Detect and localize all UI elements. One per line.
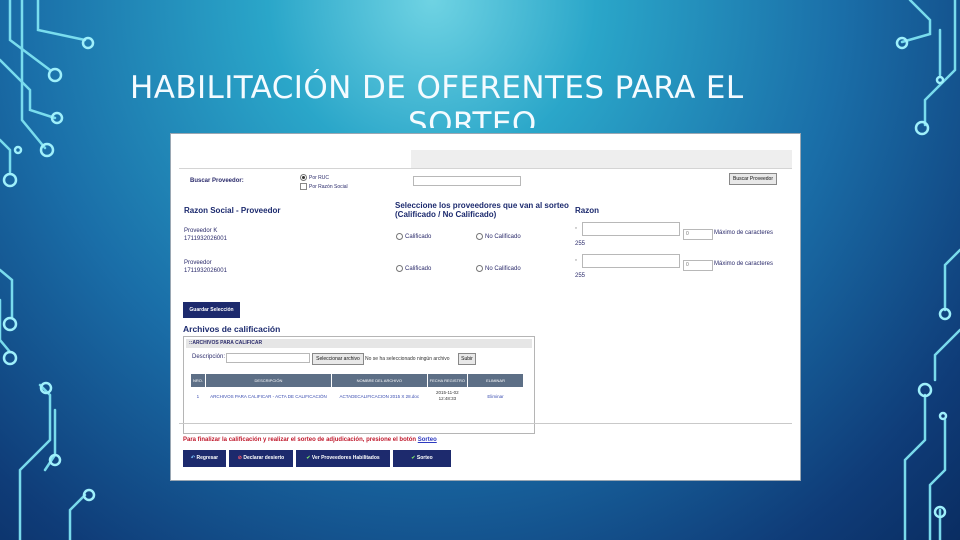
description-label: Descripción: <box>192 354 226 360</box>
save-selection-button[interactable]: Guardar Selección <box>183 302 240 318</box>
provider-column-header: Razon Social - Proveedor <box>184 206 281 215</box>
files-table-header: NRO. DESCRIPCIÓN NOMBRE DEL ARCHIVO FECH… <box>190 373 524 388</box>
slide-title-line2: SORTEO <box>408 106 537 128</box>
files-panel: ::ARCHIVOS PARA CALIFICAR Descripción: S… <box>183 336 535 434</box>
search-option-razon-social[interactable]: Por Razón Social <box>300 183 348 190</box>
qualified-option[interactable]: Calificado <box>396 265 431 272</box>
provider-row-1: Proveedor K 1711932026001 <box>184 227 227 243</box>
remaining-chars: 255 <box>575 241 586 247</box>
divider <box>179 423 792 424</box>
search-option-ruc[interactable]: Por RUC <box>300 174 329 181</box>
reason-column-header: Razon <box>575 206 599 215</box>
reason-asterisk: * <box>575 259 577 265</box>
file-date: 2015-11-02 12:48:33 <box>436 390 459 401</box>
provider-ruc: 1711932026001 <box>184 268 227 274</box>
not-qualified-option[interactable]: No Calificado <box>476 265 521 272</box>
col-nro: NRO. <box>190 373 206 388</box>
view-enabled-providers-button[interactable]: ✔ Ver Proveedores Habilitados <box>296 450 390 467</box>
qualified-radio[interactable] <box>396 265 403 272</box>
not-qualified-radio[interactable] <box>476 233 483 240</box>
provider-name: Proveedor <box>184 260 212 266</box>
declare-deserted-button[interactable]: ⊘ Declarar desierto <box>229 450 293 467</box>
qualified-radio[interactable] <box>396 233 403 240</box>
search-input[interactable] <box>413 176 521 186</box>
max-chars-label: Máximo de caracteres <box>714 261 774 267</box>
table-row: 1 ARCHIVOS PARA CALIFICAR - ACTA DE CALI… <box>191 388 524 405</box>
files-panel-header: ::ARCHIVOS PARA CALIFICAR <box>186 339 532 348</box>
top-bar <box>179 150 792 169</box>
upload-button[interactable]: Subir <box>458 353 476 365</box>
select-column-header: Seleccione los proveedores que van al so… <box>395 201 569 219</box>
radio-razon-social[interactable] <box>300 183 307 190</box>
not-qualified-radio[interactable] <box>476 265 483 272</box>
char-count-field: 0 <box>683 260 713 271</box>
files-table: NRO. DESCRIPCIÓN NOMBRE DEL ARCHIVO FECH… <box>190 373 524 404</box>
remaining-chars: 255 <box>575 273 586 279</box>
files-section-title: Archivos de calificación <box>183 324 281 334</box>
char-count-field: 0 <box>683 229 713 240</box>
draw-link[interactable]: Sorteo <box>418 437 437 443</box>
not-qualified-option[interactable]: No Calificado <box>476 233 521 240</box>
col-description: DESCRIPCIÓN <box>204 373 333 388</box>
col-filename: NOMBRE DEL ARCHIVO <box>331 373 428 388</box>
back-button[interactable]: ↶ Regresar <box>183 450 226 467</box>
file-description: ARCHIVOS PARA CALIFICAR - ACTA DE CALIFI… <box>210 393 327 399</box>
no-file-text: No se ha seleccionado ningún archivo <box>365 356 450 362</box>
delete-file-link[interactable]: Eliminar <box>468 388 524 405</box>
check-icon: ✔ <box>306 455 311 461</box>
provider-name: Proveedor K <box>184 228 218 234</box>
slide-title: HABILITACIÓN DE OFERENTES PARA EL SORTEO <box>130 70 850 128</box>
reason-textarea[interactable] <box>582 254 680 268</box>
col-date: FECHA REGISTRO <box>426 373 469 388</box>
provider-ruc: 1711932026001 <box>184 236 227 242</box>
search-provider-label: Buscar Proveedor: <box>190 178 244 184</box>
description-input[interactable] <box>226 353 310 363</box>
back-icon: ↶ <box>190 455 196 461</box>
reason-asterisk: * <box>575 227 577 233</box>
qualified-option[interactable]: Calificado <box>396 233 431 240</box>
application-screenshot: Buscar Proveedor: Por RUC Por Razón Soci… <box>171 134 800 480</box>
draw-button[interactable]: ✔ Sorteo <box>393 450 451 467</box>
file-name-link[interactable]: ACTADECALIFICACION 2015 X 28.doc <box>332 388 428 405</box>
col-delete: ELIMINAR <box>467 373 524 388</box>
reason-textarea[interactable] <box>582 222 680 236</box>
provider-row-2: Proveedor 1711932026001 <box>184 259 227 275</box>
max-chars-label: Máximo de caracteres <box>714 230 774 236</box>
cancel-icon: ⊘ <box>237 455 242 461</box>
finalize-note: Para finalizar la calificación y realiza… <box>183 437 437 443</box>
choose-file-button[interactable]: Seleccionar archivo <box>312 353 364 365</box>
check-icon: ✔ <box>411 455 416 461</box>
radio-ruc[interactable] <box>300 174 307 181</box>
slide-title-line1: HABILITACIÓN DE OFERENTES PARA EL <box>130 70 744 106</box>
search-provider-button[interactable]: Buscar Proveedor <box>729 173 777 185</box>
